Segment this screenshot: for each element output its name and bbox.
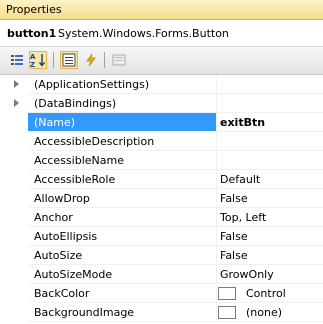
object-name: button1 xyxy=(7,27,57,40)
row-gutter xyxy=(0,265,28,284)
row-gutter xyxy=(0,227,28,246)
property-name: AutoSize xyxy=(34,249,83,262)
property-value[interactable]: Control xyxy=(246,287,286,300)
column-divider xyxy=(216,265,217,284)
toolbar: A Z xyxy=(0,47,323,75)
column-divider xyxy=(216,151,217,170)
row-gutter xyxy=(0,94,28,113)
column-divider xyxy=(216,284,217,303)
categorized-icon xyxy=(11,55,23,65)
property-value[interactable]: False xyxy=(220,230,248,243)
property-name: AutoEllipsis xyxy=(34,230,98,243)
properties-button[interactable] xyxy=(60,51,78,69)
property-pages-button[interactable] xyxy=(110,51,128,69)
row-gutter xyxy=(0,303,28,322)
properties-icon xyxy=(62,53,76,67)
row-separator xyxy=(28,321,323,322)
property-value[interactable]: False xyxy=(220,249,248,262)
value-swatch xyxy=(218,287,236,300)
expand-arrow-icon[interactable] xyxy=(14,80,19,88)
window-title: Properties xyxy=(6,3,62,16)
row-gutter xyxy=(0,132,28,151)
properties-panel: Properties button1 System.Windows.Forms.… xyxy=(0,0,323,324)
column-divider xyxy=(216,113,217,132)
property-grid: (ApplicationSettings) (DataBindings) (Name… xyxy=(0,75,323,324)
property-name: AllowDrop xyxy=(34,192,90,205)
column-divider xyxy=(216,170,217,189)
property-row[interactable]: AutoSizeMode GrowOnly xyxy=(0,265,323,284)
property-name: (Name) xyxy=(34,116,76,129)
row-gutter xyxy=(0,246,28,265)
property-row[interactable]: AccessibleDescription xyxy=(0,132,323,151)
property-row[interactable]: (Name) exitBtn xyxy=(0,113,323,132)
property-row[interactable]: (DataBindings) xyxy=(0,94,323,113)
property-row[interactable]: AutoEllipsis False xyxy=(0,227,323,246)
object-type: System.Windows.Forms.Button xyxy=(58,27,229,40)
property-value[interactable]: GrowOnly xyxy=(220,268,274,281)
events-icon xyxy=(86,53,96,67)
value-swatch xyxy=(218,306,236,319)
property-value[interactable]: Default xyxy=(220,173,260,186)
property-name: (DataBindings) xyxy=(34,97,117,110)
toolbar-separator xyxy=(53,52,54,68)
alphabetical-icon: A Z xyxy=(30,53,46,68)
column-divider xyxy=(216,75,217,94)
row-gutter xyxy=(0,189,28,208)
property-name: Anchor xyxy=(34,211,73,224)
column-divider xyxy=(216,94,217,113)
categorized-button[interactable] xyxy=(8,51,26,69)
property-row[interactable]: BackgroundImage (none) xyxy=(0,303,323,322)
property-pages-icon xyxy=(112,54,126,66)
property-name: (ApplicationSettings) xyxy=(34,78,150,91)
title-bar[interactable]: Properties xyxy=(0,0,323,20)
row-gutter xyxy=(0,208,28,227)
property-row[interactable]: (ApplicationSettings) xyxy=(0,75,323,94)
property-name: BackColor xyxy=(34,287,90,300)
property-name: AccessibleName xyxy=(34,154,124,167)
object-selector[interactable]: button1 System.Windows.Forms.Button xyxy=(0,20,323,47)
property-row[interactable]: Anchor Top, Left xyxy=(0,208,323,227)
property-value[interactable]: (none) xyxy=(246,306,282,319)
property-value[interactable]: exitBtn xyxy=(220,116,265,129)
row-gutter xyxy=(0,170,28,189)
column-divider xyxy=(216,208,217,227)
property-name: AccessibleDescription xyxy=(34,135,155,148)
column-divider xyxy=(216,227,217,246)
property-value[interactable]: False xyxy=(220,192,248,205)
row-gutter xyxy=(0,151,28,170)
property-row[interactable]: AccessibleRole Default xyxy=(0,170,323,189)
alphabetical-button[interactable]: A Z xyxy=(29,51,47,69)
svg-text:Z: Z xyxy=(30,61,35,68)
column-divider xyxy=(216,246,217,265)
column-divider xyxy=(216,132,217,151)
expand-arrow-icon[interactable] xyxy=(14,99,19,107)
property-name: AutoSizeMode xyxy=(34,268,113,281)
property-row[interactable]: AccessibleName xyxy=(0,151,323,170)
property-name: AccessibleRole xyxy=(34,173,116,186)
row-gutter xyxy=(0,113,28,132)
property-row[interactable]: BackColor Control xyxy=(0,284,323,303)
property-row[interactable]: AllowDrop False xyxy=(0,189,323,208)
row-gutter xyxy=(0,75,28,94)
property-row[interactable]: AutoSize False xyxy=(0,246,323,265)
property-value[interactable]: Top, Left xyxy=(220,211,266,224)
row-gutter xyxy=(0,284,28,303)
events-button[interactable] xyxy=(82,51,100,69)
property-name: BackgroundImage xyxy=(34,306,135,319)
column-divider xyxy=(216,303,217,322)
column-divider xyxy=(216,189,217,208)
toolbar-separator xyxy=(104,52,105,68)
svg-text:A: A xyxy=(30,53,36,61)
